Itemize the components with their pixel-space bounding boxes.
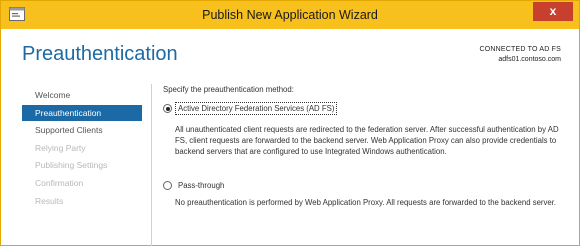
option-adfs[interactable]: Active Directory Federation Services (AD…: [163, 102, 338, 115]
page-title: Preauthentication: [22, 43, 178, 65]
pass-through-radio[interactable]: [163, 181, 172, 190]
adfs-label[interactable]: Active Directory Federation Services (AD…: [174, 102, 338, 115]
method-prompt: Specify the preauthentication method:: [163, 85, 294, 94]
connection-server: adfs01.contoso.com: [498, 56, 561, 63]
nav-item-preauthentication[interactable]: Preauthentication: [22, 104, 142, 121]
wizard-steps-nav: Welcome Preauthentication Supported Clie…: [22, 87, 142, 210]
option-pass-through[interactable]: Pass-through: [163, 180, 226, 191]
connection-label: CONNECTED TO AD FS: [479, 46, 561, 53]
nav-item-results: Results: [35, 195, 64, 206]
adfs-description: All unauthenticated client requests are …: [175, 125, 559, 156]
nav-item-confirmation: Confirmation: [35, 177, 84, 188]
pass-through-label[interactable]: Pass-through: [176, 180, 226, 191]
nav-item-relying-party: Relying Party: [35, 142, 86, 153]
connection-info: CONNECTED TO AD FS adfs01.contoso.com: [479, 45, 561, 65]
nav-item-publishing-settings: Publishing Settings: [35, 160, 108, 171]
nav-item-supported-clients[interactable]: Supported Clients: [22, 122, 142, 138]
adfs-radio[interactable]: [163, 104, 172, 113]
window-title: Publish New Application Wizard: [202, 8, 378, 22]
close-button[interactable]: x: [533, 2, 573, 21]
pass-through-description: No preauthentication is performed by Web…: [175, 198, 557, 207]
title-bar[interactable]: Publish New Application Wizard x: [1, 1, 579, 29]
nav-divider: [151, 84, 152, 246]
wizard-window: Publish New Application Wizard x Preauth…: [0, 0, 580, 246]
nav-item-welcome[interactable]: Welcome: [22, 87, 142, 103]
